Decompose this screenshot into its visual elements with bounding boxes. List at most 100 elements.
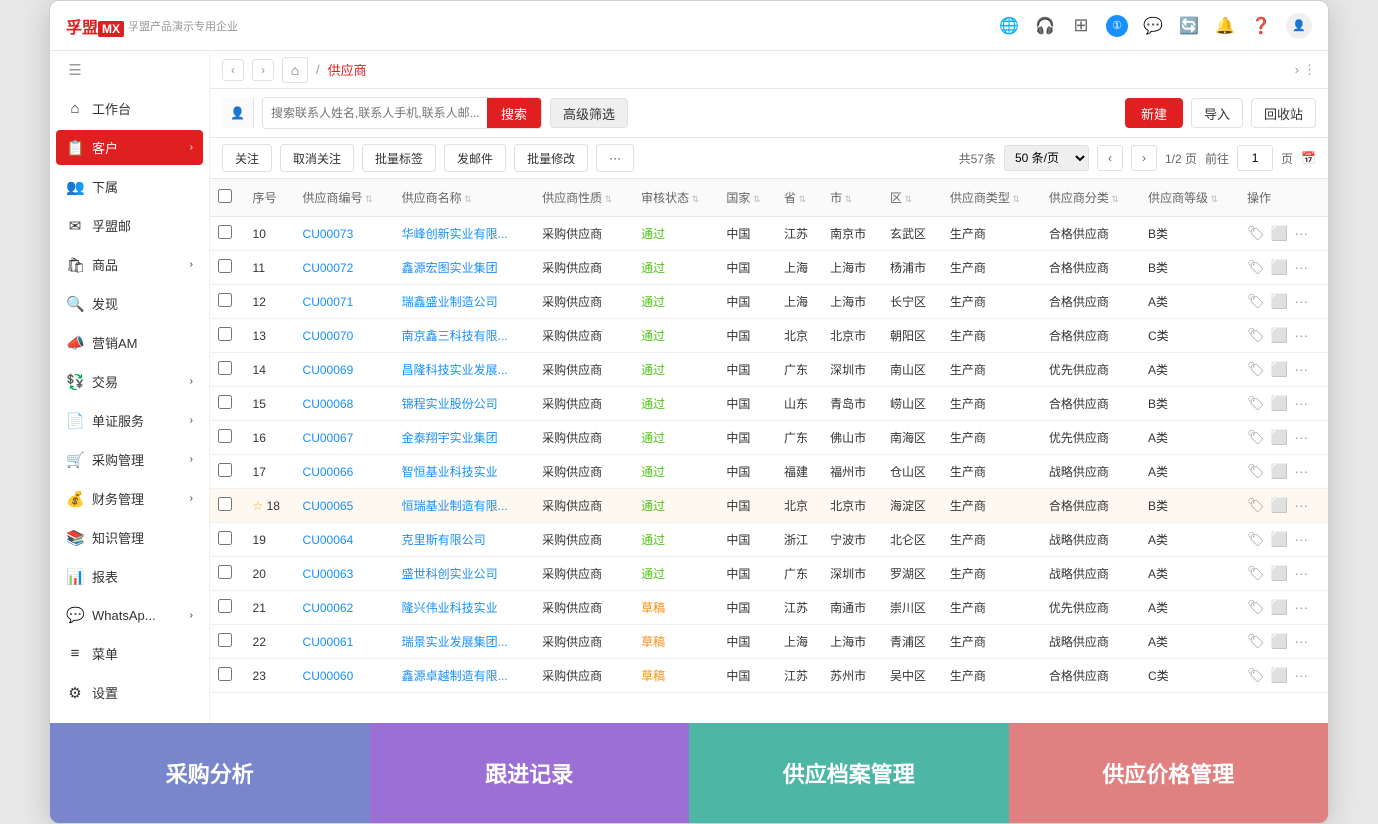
tag-action-icon[interactable]: 🏷 xyxy=(1247,259,1265,276)
sidebar-item-report[interactable]: 📊 报表 xyxy=(50,557,209,596)
row-code[interactable]: CU00063 xyxy=(295,557,394,591)
row-code[interactable]: CU00068 xyxy=(295,387,394,421)
chat-icon[interactable]: 💬 xyxy=(1142,15,1164,37)
tag-action-icon[interactable]: 🏷 xyxy=(1247,429,1265,446)
row-checkbox[interactable] xyxy=(218,327,232,341)
col-city[interactable]: 市 xyxy=(822,179,882,217)
copy-action-icon[interactable]: ⬜ xyxy=(1271,565,1288,582)
row-code[interactable]: CU00060 xyxy=(295,659,394,693)
tile-purchase-analysis[interactable]: 采购分析 xyxy=(50,723,370,823)
copy-action-icon[interactable]: ⬜ xyxy=(1271,225,1288,242)
more-action-icon[interactable]: ··· xyxy=(1294,429,1308,446)
row-checkbox[interactable] xyxy=(218,565,232,579)
row-code[interactable]: CU00066 xyxy=(295,455,394,489)
tag-action-icon[interactable]: 🏷 xyxy=(1247,327,1265,344)
more-action-icon[interactable]: ··· xyxy=(1294,565,1308,582)
tag-action-icon[interactable]: 🏷 xyxy=(1247,293,1265,310)
per-page-select[interactable]: 50 条/页 100 条/页 xyxy=(1004,145,1089,171)
row-checkbox[interactable] xyxy=(218,667,232,681)
more-action-icon[interactable]: ··· xyxy=(1294,293,1308,310)
row-name[interactable]: 瑞景实业发展集团... xyxy=(394,625,534,659)
col-province[interactable]: 省 xyxy=(776,179,822,217)
row-checkbox[interactable] xyxy=(218,497,232,511)
copy-action-icon[interactable]: ⬜ xyxy=(1271,497,1288,514)
col-code[interactable]: 供应商编号 xyxy=(295,179,394,217)
row-name[interactable]: 盛世科创实业公司 xyxy=(394,557,534,591)
col-category[interactable]: 供应商分类 xyxy=(1041,179,1140,217)
sidebar-item-marketing[interactable]: 📣 营销AM xyxy=(50,323,209,362)
tag-action-icon[interactable]: 🏷 xyxy=(1247,667,1265,684)
breadcrumb-more-icon[interactable]: › xyxy=(1295,62,1299,78)
copy-action-icon[interactable]: ⬜ xyxy=(1271,463,1288,480)
row-code[interactable]: CU00067 xyxy=(295,421,394,455)
more-action-icon[interactable]: ··· xyxy=(1294,259,1308,276)
calendar-icon[interactable]: 📅 xyxy=(1301,151,1316,165)
copy-action-icon[interactable]: ⬜ xyxy=(1271,531,1288,548)
row-code[interactable]: CU00073 xyxy=(295,217,394,251)
row-name[interactable]: 瑞鑫盛业制造公司 xyxy=(394,285,534,319)
page-number-input[interactable] xyxy=(1237,145,1273,171)
more-action-icon[interactable]: ··· xyxy=(1294,225,1308,242)
tag-action-icon[interactable]: 🏷 xyxy=(1247,361,1265,378)
tile-followup[interactable]: 跟进记录 xyxy=(370,723,690,823)
sidebar-item-menu[interactable]: ≡ 菜单 xyxy=(50,634,209,673)
tag-action-icon[interactable]: 🏷 xyxy=(1247,497,1265,514)
copy-action-icon[interactable]: ⬜ xyxy=(1271,599,1288,616)
batch-edit-button[interactable]: 批量修改 xyxy=(514,144,588,172)
row-checkbox[interactable] xyxy=(218,293,232,307)
row-name[interactable]: 金泰翔宇实业集团 xyxy=(394,421,534,455)
more-action-icon[interactable]: ··· xyxy=(1294,497,1308,514)
sidebar-item-collapse[interactable]: ☰ xyxy=(50,51,209,89)
tag-action-icon[interactable]: 🏷 xyxy=(1247,599,1265,616)
row-code[interactable]: CU00070 xyxy=(295,319,394,353)
tag-action-icon[interactable]: 🏷 xyxy=(1247,531,1265,548)
grid-icon[interactable]: ⊞ xyxy=(1070,15,1092,37)
more-action-icon[interactable]: ··· xyxy=(1294,327,1308,344)
row-checkbox[interactable] xyxy=(218,259,232,273)
nav-forward-button[interactable]: › xyxy=(252,59,274,81)
sidebar-item-knowledge[interactable]: 📚 知识管理 xyxy=(50,518,209,557)
tag-action-icon[interactable]: 🏷 xyxy=(1247,395,1265,412)
col-type[interactable]: 供应商性质 xyxy=(534,179,633,217)
select-all-checkbox[interactable] xyxy=(218,189,232,203)
more-action-icon[interactable]: ··· xyxy=(1294,463,1308,480)
more-action-icon[interactable]: ··· xyxy=(1294,633,1308,650)
row-checkbox[interactable] xyxy=(218,633,232,647)
row-checkbox[interactable] xyxy=(218,361,232,375)
circle-icon[interactable]: ① xyxy=(1106,15,1128,37)
send-email-button[interactable]: 发邮件 xyxy=(444,144,506,172)
row-name[interactable]: 华峰创新实业有限... xyxy=(394,217,534,251)
row-name[interactable]: 鑫源卓越制造有限... xyxy=(394,659,534,693)
copy-action-icon[interactable]: ⬜ xyxy=(1271,259,1288,276)
more-action-icon[interactable]: ··· xyxy=(1294,531,1308,548)
row-code[interactable]: CU00061 xyxy=(295,625,394,659)
row-checkbox[interactable] xyxy=(218,531,232,545)
row-name[interactable]: 克里斯有限公司 xyxy=(394,523,534,557)
more-button[interactable]: ··· xyxy=(596,144,634,172)
copy-action-icon[interactable]: ⬜ xyxy=(1271,361,1288,378)
more-action-icon[interactable]: ··· xyxy=(1294,361,1308,378)
copy-action-icon[interactable]: ⬜ xyxy=(1271,667,1288,684)
prev-page-button[interactable]: ‹ xyxy=(1097,145,1123,171)
col-supplier-type[interactable]: 供应商类型 xyxy=(942,179,1041,217)
avatar[interactable]: 👤 xyxy=(1286,13,1312,39)
sidebar-item-mail[interactable]: ✉ 孚盟邮 xyxy=(50,206,209,245)
help-icon[interactable]: ❓ xyxy=(1250,15,1272,37)
breadcrumb-settings-icon[interactable]: ⋮ xyxy=(1303,62,1316,78)
col-name[interactable]: 供应商名称 xyxy=(394,179,534,217)
search-input[interactable] xyxy=(263,98,487,128)
sidebar-item-discover[interactable]: 🔍 发现 xyxy=(50,284,209,323)
row-name[interactable]: 南京鑫三科技有限... xyxy=(394,319,534,353)
globe-icon[interactable]: 🌐 xyxy=(998,15,1020,37)
col-country[interactable]: 国家 xyxy=(718,179,776,217)
sidebar-item-customer[interactable]: 📋 客户 › xyxy=(56,130,203,165)
row-checkbox[interactable] xyxy=(218,599,232,613)
col-level[interactable]: 供应商等级 xyxy=(1140,179,1239,217)
row-checkbox[interactable] xyxy=(218,463,232,477)
sidebar-item-trade[interactable]: 💱 交易 › xyxy=(50,362,209,401)
sidebar-item-purchase[interactable]: 🛒 采购管理 › xyxy=(50,440,209,479)
sidebar-item-whatsapp[interactable]: 💬 WhatsAp... › xyxy=(50,596,209,634)
copy-action-icon[interactable]: ⬜ xyxy=(1271,429,1288,446)
sidebar-item-finance[interactable]: 💰 财务管理 › xyxy=(50,479,209,518)
col-district[interactable]: 区 xyxy=(882,179,942,217)
